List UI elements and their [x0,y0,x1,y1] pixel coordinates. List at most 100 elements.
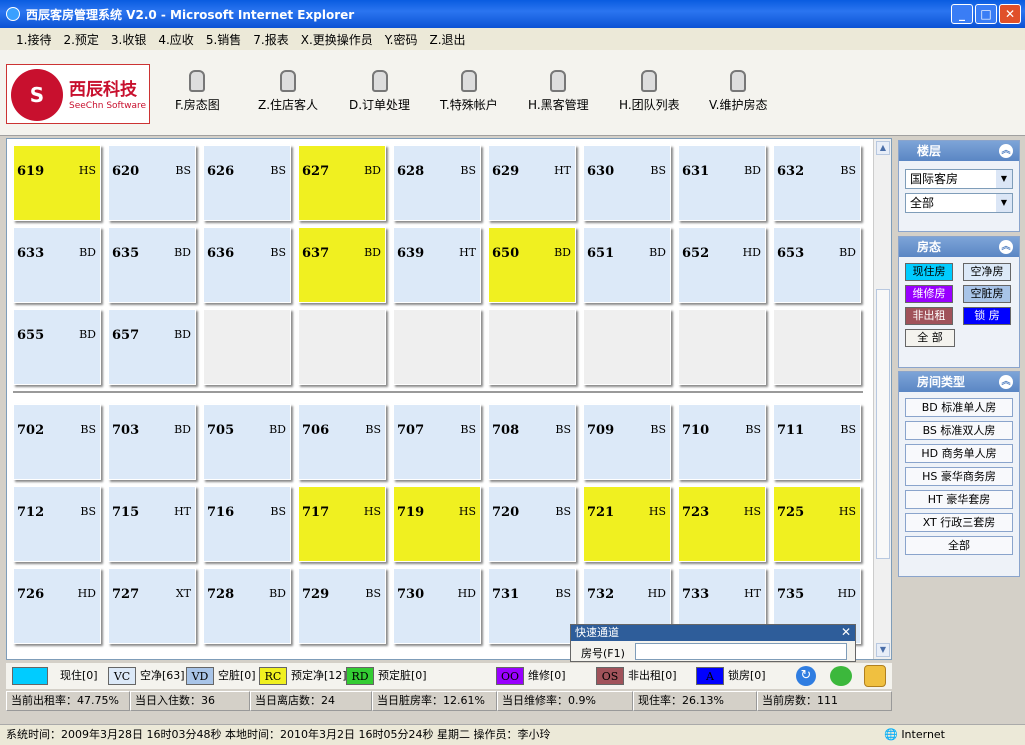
refresh-icon[interactable]: ↻ [796,666,816,686]
toolbar-button[interactable]: T.特殊帐户 [440,70,498,113]
room-state-filter[interactable]: 维修房 [905,285,953,303]
close-button[interactable]: ✕ [999,4,1021,24]
empty-room-slot [773,309,861,385]
menu-item[interactable]: 7.报表 [253,31,288,48]
room-state-filter[interactable]: 锁 房 [963,307,1011,325]
room-tile[interactable]: 637 BD [298,227,386,303]
room-tile[interactable]: 708 BS [488,404,576,480]
room-state-filter[interactable]: 非出租 [905,307,953,325]
room-type-filter[interactable]: HT 豪华套房 [905,490,1013,509]
room-type-filter[interactable]: XT 行政三套房 [905,513,1013,532]
room-type: BS [80,505,96,518]
room-state-filter[interactable]: 空脏房 [963,285,1011,303]
room-type-filter[interactable]: 全部 [905,536,1013,555]
room-tile[interactable]: 628 BS [393,145,481,221]
room-state-filter[interactable]: 现住房 [905,263,953,281]
room-type: HS [458,505,476,518]
room-tile[interactable]: 709 BS [583,404,671,480]
room-type-filter[interactable]: BS 标准双人房 [905,421,1013,440]
toolbar-button[interactable]: V.维护房态 [709,70,767,113]
toolbar-button[interactable]: D.订单处理 [349,70,410,113]
room-tile[interactable]: 657 BD [108,309,196,385]
menu-item[interactable]: Z.退出 [429,31,465,48]
menu-item[interactable]: Y.密码 [385,31,418,48]
room-type-filter[interactable]: BD 标准单人房 [905,398,1013,417]
room-type: BS [650,423,666,436]
room-tile[interactable]: 705 BD [203,404,291,480]
statistic: 当日入住数：36 [130,691,250,711]
menu-item[interactable]: 2.预定 [63,31,98,48]
toolbar-button[interactable]: H.黑客管理 [528,70,589,113]
scroll-thumb[interactable] [876,289,890,559]
room-type-filter[interactable]: HS 豪华商务房 [905,467,1013,486]
room-tile[interactable]: 720 BS [488,486,576,562]
collapse-icon[interactable]: ︽ [999,375,1013,389]
room-tile[interactable]: 731 BS [488,568,576,644]
room-tile[interactable]: 727 XT [108,568,196,644]
room-tile[interactable]: 728 BD [203,568,291,644]
chat-icon[interactable] [830,666,852,686]
menu-item[interactable]: 4.应收 [158,31,193,48]
toolbar-button[interactable]: F.房态图 [175,70,220,113]
scroll-down-icon[interactable]: ▼ [876,643,890,657]
room-number: 729 [302,587,330,602]
room-tile[interactable]: 636 BS [203,227,291,303]
room-tile[interactable]: 726 HD [13,568,101,644]
menu-item[interactable]: 1.接待 [16,31,51,48]
room-tile[interactable]: 653 BD [773,227,861,303]
building-select[interactable]: 国际客房 ▼ [905,169,1013,189]
room-tile[interactable]: 626 BS [203,145,291,221]
room-tile[interactable]: 655 BD [13,309,101,385]
collapse-icon[interactable]: ︽ [999,144,1013,158]
room-tile[interactable]: 717 HS [298,486,386,562]
room-tile[interactable]: 730 HD [393,568,481,644]
room-tile[interactable]: 707 BS [393,404,481,480]
room-tile[interactable]: 712 BS [13,486,101,562]
room-tile[interactable]: 633 BD [13,227,101,303]
room-tile[interactable]: 652 HD [678,227,766,303]
room-tile[interactable]: 650 BD [488,227,576,303]
room-tile[interactable]: 627 BD [298,145,386,221]
room-tile[interactable]: 710 BS [678,404,766,480]
room-tile[interactable]: 706 BS [298,404,386,480]
room-tile[interactable]: 725 HS [773,486,861,562]
settings-icon[interactable] [864,665,886,687]
floor-select[interactable]: 全部 ▼ [905,193,1013,213]
vertical-scrollbar[interactable]: ▲ ▼ [873,139,891,659]
room-tile[interactable]: 639 HT [393,227,481,303]
room-tile[interactable]: 629 HT [488,145,576,221]
minimize-button[interactable]: _ [951,4,973,24]
room-number-input[interactable] [635,643,847,660]
menu-item[interactable]: X.更换操作员 [301,31,373,48]
room-tile[interactable]: 723 HS [678,486,766,562]
maximize-button[interactable]: □ [975,4,997,24]
room-tile[interactable]: 651 BD [583,227,671,303]
room-tile[interactable]: 631 BD [678,145,766,221]
room-tile[interactable]: 702 BS [13,404,101,480]
room-tile[interactable]: 703 BD [108,404,196,480]
room-tile[interactable]: 719 HS [393,486,481,562]
room-tile[interactable]: 715 HT [108,486,196,562]
room-tile[interactable]: 632 BS [773,145,861,221]
room-tile[interactable]: 630 BS [583,145,671,221]
room-state-filter[interactable]: 空净房 [963,263,1011,281]
room-tile[interactable]: 729 BS [298,568,386,644]
room-state-filter[interactable]: 全 部 [905,329,955,347]
menu-item[interactable]: 3.收银 [111,31,146,48]
close-icon[interactable]: ✕ [841,625,851,639]
collapse-icon[interactable]: ︽ [999,240,1013,254]
room-tile[interactable]: 711 BS [773,404,861,480]
scroll-up-icon[interactable]: ▲ [876,141,890,155]
room-tile[interactable]: 635 BD [108,227,196,303]
room-number: 635 [112,246,140,261]
toolbar-button[interactable]: H.团队列表 [619,70,680,113]
toolbar-button[interactable]: Z.住店客人 [258,70,318,113]
room-type-filter[interactable]: HD 商务单人房 [905,444,1013,463]
room-tile[interactable]: 721 HS [583,486,671,562]
zone-label: Internet [901,728,945,741]
room-grid: ▲ ▼ 619 HS 620 BS 626 BS 627 BD 628 BS 629 HT 630 BS 6… [6,138,892,660]
room-tile[interactable]: 716 BS [203,486,291,562]
menu-item[interactable]: 5.销售 [206,31,241,48]
room-tile[interactable]: 620 BS [108,145,196,221]
room-tile[interactable]: 619 HS [13,145,101,221]
